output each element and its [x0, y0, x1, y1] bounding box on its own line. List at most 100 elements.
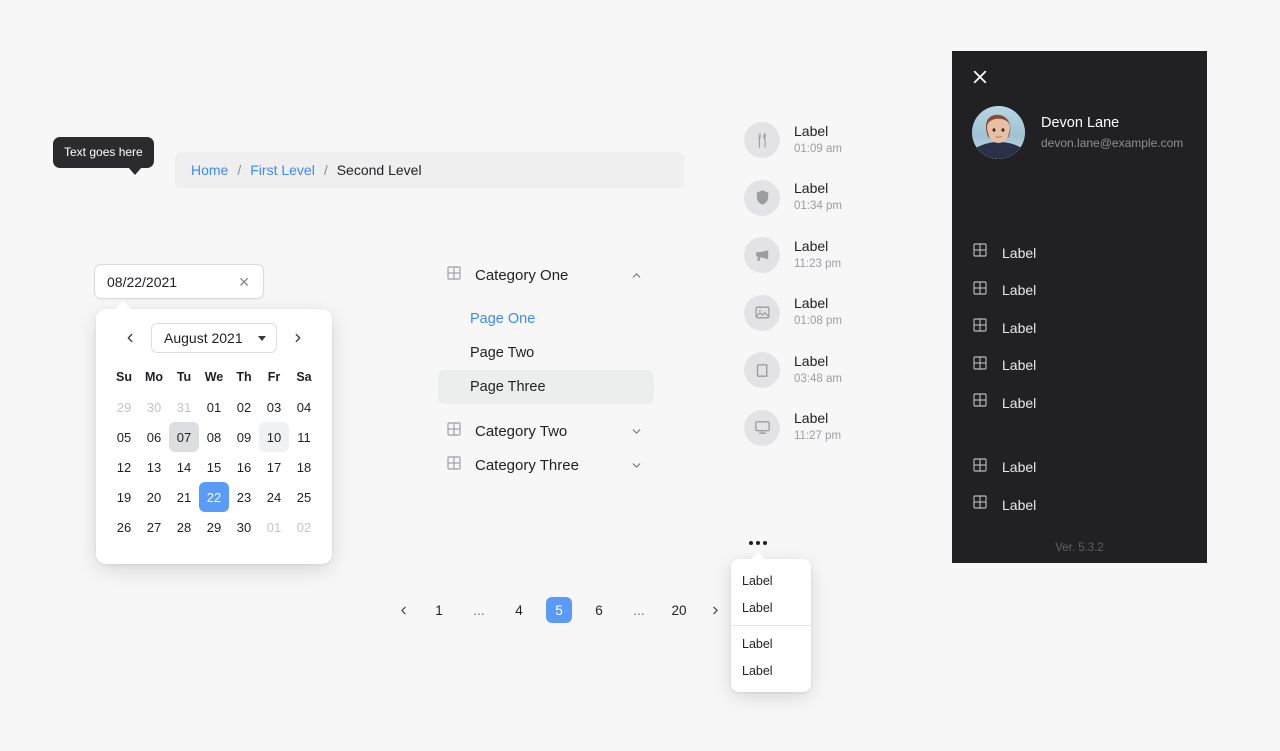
nav-page-label: Page Two [470, 345, 535, 361]
pagination-page-4[interactable]: 4 [506, 597, 532, 623]
nav-category-category-one[interactable]: Category One [438, 258, 654, 292]
calendar-day-03[interactable]: 03 [259, 392, 289, 422]
calendar-day-23[interactable]: 23 [229, 482, 259, 512]
calendar-day-11[interactable]: 11 [289, 422, 319, 452]
breadcrumb-separator: / [323, 162, 328, 178]
user-email: devon.lane@example.com [1041, 136, 1184, 150]
calendar-day-30[interactable]: 30 [139, 392, 169, 422]
dropdown-item[interactable]: Label [731, 657, 811, 684]
calendar-day-01[interactable]: 01 [259, 512, 289, 542]
panel-menu-item[interactable]: Label [972, 449, 1187, 487]
date-input[interactable] [107, 273, 236, 290]
calendar-day-07[interactable]: 07 [169, 422, 199, 452]
calendar-day-15[interactable]: 15 [199, 452, 229, 482]
pagination-page-5[interactable]: 5 [546, 597, 572, 623]
menu-dot [763, 541, 767, 545]
nav-category-category-two[interactable]: Category Two [438, 414, 654, 448]
panel-menu-item[interactable]: Label [972, 384, 1187, 422]
pagination-page-20[interactable]: 20 [666, 597, 692, 623]
calendar-day-10[interactable]: 10 [259, 422, 289, 452]
nav-page-page-three[interactable]: Page Three [438, 370, 654, 404]
user-profile[interactable]: Devon Lane devon.lane@example.com [972, 106, 1183, 159]
version-label: Ver. 5.3.2 [1055, 542, 1104, 554]
calendar-day-02[interactable]: 02 [289, 512, 319, 542]
calendar-day-12[interactable]: 12 [109, 452, 139, 482]
calendar-day-04[interactable]: 04 [289, 392, 319, 422]
popover-tail [114, 301, 132, 310]
breadcrumb-item-first-level[interactable]: First Level [250, 162, 315, 178]
activity-item[interactable]: Label 11:23 pm [744, 233, 894, 277]
pagination-prev-button[interactable] [392, 597, 414, 623]
calendar-day-01[interactable]: 01 [199, 392, 229, 422]
activity-item[interactable]: Label 11:27 pm [744, 406, 894, 450]
nav-page-page-one[interactable]: Page One [438, 302, 654, 336]
dropdown-item[interactable]: Label [731, 567, 811, 594]
calendar-weekday-header: Su Mo Tu We Th Fr Sa [109, 367, 319, 387]
pagination-page-6[interactable]: 6 [586, 597, 612, 623]
panel-menu-item[interactable]: Label [972, 272, 1187, 310]
activity-item[interactable]: Label 01:08 pm [744, 291, 894, 335]
calendar-day-30[interactable]: 30 [229, 512, 259, 542]
chevron-right-icon[interactable] [287, 327, 309, 349]
grid-icon [446, 421, 462, 442]
pagination-next-button[interactable] [704, 597, 726, 623]
monitor-icon [744, 409, 780, 446]
pagination: 1... 4 5 6... 20 [387, 597, 731, 623]
calendar-day-20[interactable]: 20 [139, 482, 169, 512]
calendar-day-19[interactable]: 19 [109, 482, 139, 512]
calendar-day-31[interactable]: 31 [169, 392, 199, 422]
activity-label: Label [794, 237, 829, 254]
calendar-day-16[interactable]: 16 [229, 452, 259, 482]
calendar-day-09[interactable]: 09 [229, 422, 259, 452]
nav-page-page-two[interactable]: Page Two [438, 336, 654, 370]
grid-icon [972, 494, 988, 515]
panel-menu-item[interactable]: Label [972, 347, 1187, 385]
chevron-down-icon[interactable] [630, 425, 642, 437]
dropdown-item[interactable]: Label [731, 594, 811, 621]
grid-icon [972, 242, 988, 263]
activity-item[interactable]: Label 03:48 am [744, 348, 894, 392]
calendar-day-22[interactable]: 22 [199, 482, 229, 512]
calendar-day-25[interactable]: 25 [289, 482, 319, 512]
month-year-select[interactable]: August 2021 [151, 323, 277, 353]
activity-item[interactable]: Label 01:34 pm [744, 176, 894, 220]
calendar-day-17[interactable]: 17 [259, 452, 289, 482]
panel-menu-item[interactable]: Label [972, 486, 1187, 524]
menu-dot [756, 541, 760, 545]
calendar-day-18[interactable]: 18 [289, 452, 319, 482]
month-year-label: August 2021 [164, 330, 243, 346]
calendar-day-08[interactable]: 08 [199, 422, 229, 452]
calendar-day-02[interactable]: 02 [229, 392, 259, 422]
calendar-day-14[interactable]: 14 [169, 452, 199, 482]
breadcrumb-item-home[interactable]: Home [191, 162, 228, 178]
chevron-down-icon[interactable] [630, 459, 642, 471]
chevron-up-icon[interactable] [630, 269, 642, 281]
calendar-day-27[interactable]: 27 [139, 512, 169, 542]
activity-item[interactable]: Label 01:09 am [744, 118, 894, 162]
more-horizontal-icon[interactable] [745, 537, 771, 549]
panel-menu-label: Label [1002, 459, 1037, 476]
calendar-day-28[interactable]: 28 [169, 512, 199, 542]
calendar-day-06[interactable]: 06 [139, 422, 169, 452]
calendar-day-26[interactable]: 26 [109, 512, 139, 542]
nav-category-label: Category Three [475, 456, 579, 474]
close-icon[interactable] [969, 66, 991, 88]
panel-menu-item[interactable]: Label [972, 309, 1187, 347]
dropdown-item[interactable]: Label [731, 630, 811, 657]
calendar-day-24[interactable]: 24 [259, 482, 289, 512]
calendar-weekday: Th [236, 370, 252, 384]
calendar-day-29[interactable]: 29 [109, 392, 139, 422]
dropdown-items: Label Label Label Label [731, 567, 811, 684]
chevron-left-icon[interactable] [119, 327, 141, 349]
calendar-day-29[interactable]: 29 [199, 512, 229, 542]
pagination-page-1[interactable]: 1 [426, 597, 452, 623]
user-name: Devon Lane [1041, 114, 1120, 131]
calendar-day-05[interactable]: 05 [109, 422, 139, 452]
date-input-container[interactable]: ✕ [94, 264, 264, 299]
panel-menu-item[interactable]: Label [972, 234, 1187, 272]
calendar-day-21[interactable]: 21 [169, 482, 199, 512]
close-icon[interactable]: ✕ [235, 273, 253, 291]
calendar-day-13[interactable]: 13 [139, 452, 169, 482]
nav-category-category-three[interactable]: Category Three [438, 448, 654, 482]
